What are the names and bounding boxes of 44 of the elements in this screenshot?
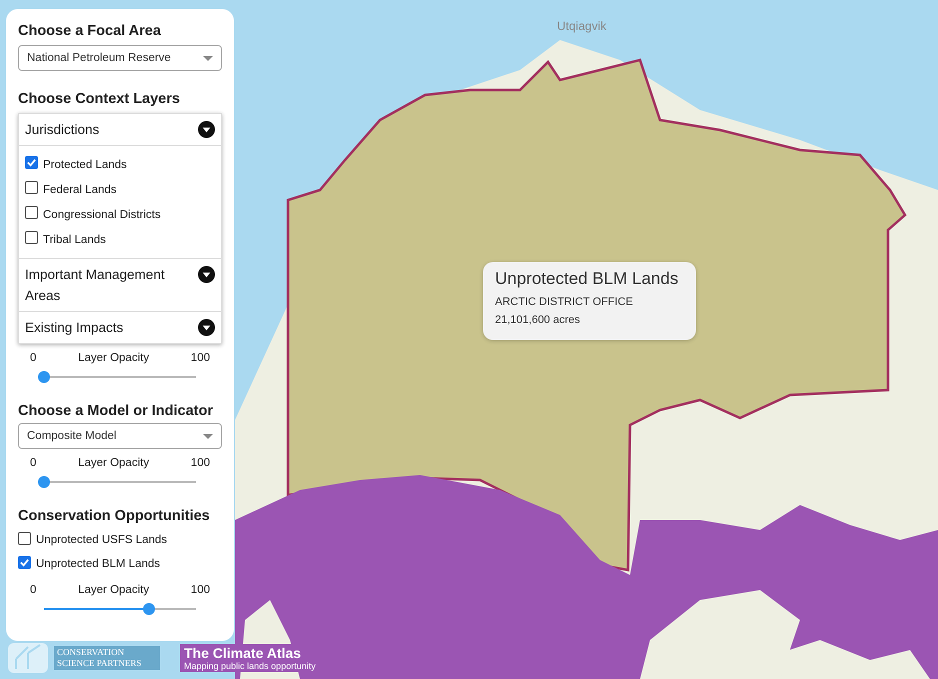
slider-max-label: 100 [190, 352, 210, 364]
checkbox-label: Unprotected USFS Lands [36, 534, 168, 546]
focal-area-dropdown[interactable]: National Petroleum Reserve [18, 45, 222, 71]
slider-label: Layer Opacity [78, 457, 150, 469]
slider-label: Layer Opacity [78, 352, 150, 364]
checkbox-label: Protected Lands [43, 158, 127, 170]
slider-max-label: 100 [190, 457, 210, 469]
checkbox-label: Congressional Districts [43, 208, 161, 220]
accordion-header[interactable]: Jurisdictions [19, 114, 221, 145]
atlas-subtitle: Mapping public lands opportunity [184, 661, 316, 671]
slider-thumb[interactable] [38, 476, 50, 488]
checkbox[interactable] [18, 556, 31, 568]
accordion-header[interactable]: Important Management Areas [19, 259, 221, 311]
slider-min-label: 0 [30, 584, 36, 596]
checkbox[interactable] [25, 156, 38, 169]
slider-min-label: 0 [30, 352, 36, 364]
caret-icon [198, 266, 215, 283]
checkbox[interactable] [18, 532, 31, 544]
slider-thumb[interactable] [38, 371, 50, 383]
place-label: Utqiagvik [557, 19, 606, 33]
checkbox[interactable] [25, 206, 38, 219]
section-heading: Choose a Model or Indicator [18, 403, 214, 419]
tooltip-office: ARCTIC DISTRICT OFFICE [495, 295, 634, 310]
model-dropdown[interactable]: Composite Model [18, 423, 222, 449]
caret-icon [198, 319, 215, 336]
accordion-header[interactable]: Existing Impacts [19, 312, 221, 343]
slider-thumb[interactable] [142, 603, 155, 615]
checkbox-label: Federal Lands [43, 184, 117, 196]
checkbox[interactable] [25, 181, 38, 194]
partner-name: CONSERVATION SCIENCE PARTNERS [54, 646, 160, 670]
caret-icon [198, 121, 215, 138]
section-heading: Choose Context Layers [18, 91, 181, 107]
slider-label: Layer Opacity [78, 584, 150, 596]
checkbox[interactable] [25, 231, 38, 244]
section-heading: Choose a Focal Area [18, 23, 162, 39]
section-heading: Conservation Opportunities [18, 508, 211, 524]
tooltip-acres: 21,101,600 acres [495, 313, 582, 328]
checkbox-label: Unprotected BLM Lands [36, 558, 160, 570]
slider-max-label: 100 [190, 584, 210, 596]
tree-logo-icon [8, 643, 48, 673]
slider-min-label: 0 [30, 457, 36, 469]
tooltip-title: Unprotected BLM Lands [495, 269, 680, 289]
checkbox-label: Tribal Lands [43, 234, 106, 246]
atlas-title: The Climate Atlas [184, 645, 302, 661]
